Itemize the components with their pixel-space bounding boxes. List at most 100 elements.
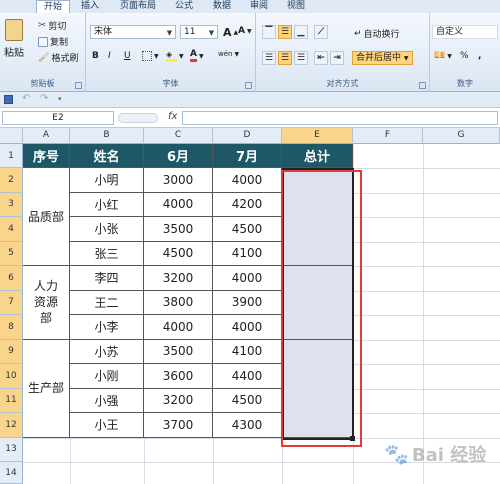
june-cell[interactable]: 3200 [144, 266, 213, 291]
number-format-combo[interactable]: 自定义 [432, 25, 498, 39]
row-header-4[interactable]: 4 [0, 217, 23, 242]
june-cell[interactable]: 3500 [144, 339, 213, 364]
name-cell[interactable]: 小张 [70, 217, 144, 242]
name-cell[interactable]: 小强 [70, 388, 144, 413]
name-cell[interactable]: 小王 [70, 413, 144, 438]
row-header-11[interactable]: 11 [0, 388, 23, 413]
column-header-e[interactable]: E [282, 128, 353, 144]
tab-data[interactable]: 数据 [206, 0, 238, 13]
row-header-8[interactable]: 8 [0, 315, 23, 340]
name-cell[interactable]: 王二 [70, 290, 144, 315]
july-cell[interactable]: 4000 [213, 168, 282, 193]
table-header-cell[interactable]: 总计 [282, 144, 353, 168]
tab-page-layout[interactable]: 页面布局 [114, 0, 162, 13]
june-cell[interactable]: 3500 [144, 217, 213, 242]
column-header-d[interactable]: D [213, 128, 282, 144]
tab-home[interactable]: 开始 [36, 0, 70, 13]
formula-input[interactable] [182, 111, 498, 125]
june-cell[interactable]: 4500 [144, 241, 213, 266]
grow-font-button[interactable]: A ▲ [223, 26, 238, 39]
name-cell[interactable]: 张三 [70, 241, 144, 266]
merge-center-button[interactable]: 合并后居中 ▼ [352, 51, 413, 65]
redo-icon[interactable]: ↷ [40, 93, 48, 104]
row-header-1[interactable]: 1 [0, 144, 23, 168]
column-header-f[interactable]: F [353, 128, 423, 144]
row-header-5[interactable]: 5 [0, 241, 23, 266]
customize-qat-icon[interactable]: ▾ [58, 95, 62, 103]
department-cell[interactable]: 生产部 [23, 339, 70, 438]
name-cell[interactable]: 小明 [70, 168, 144, 193]
phonetic-button[interactable]: wén ▼ [218, 50, 239, 58]
name-cell[interactable]: 李四 [70, 266, 144, 291]
table-header-cell[interactable]: 姓名 [70, 144, 144, 168]
align-bottom-icon[interactable]: ▁ [294, 25, 308, 39]
name-cell[interactable]: 小刚 [70, 364, 144, 389]
column-header-c[interactable]: C [144, 128, 213, 144]
format-painter-button[interactable]: 🖌 格式刷 [38, 51, 78, 65]
select-all-corner[interactable] [0, 128, 23, 144]
june-cell[interactable]: 4000 [144, 315, 213, 340]
total-cell[interactable] [282, 339, 353, 438]
june-cell[interactable]: 3200 [144, 388, 213, 413]
july-cell[interactable]: 4500 [213, 217, 282, 242]
row-header-12[interactable]: 12 [0, 413, 23, 438]
row-header-13[interactable]: 13 [0, 437, 23, 462]
name-cell[interactable]: 小苏 [70, 339, 144, 364]
july-cell[interactable]: 4000 [213, 315, 282, 340]
italic-button[interactable]: I [108, 51, 111, 61]
font-name-combo[interactable]: 宋体 ▼ [90, 25, 176, 39]
column-header-g[interactable]: G [423, 128, 500, 144]
table-header-cell[interactable]: 序号 [23, 144, 70, 168]
save-icon[interactable] [4, 95, 13, 104]
july-cell[interactable]: 4000 [213, 266, 282, 291]
alignment-launcher-icon[interactable] [419, 82, 426, 89]
row-header-2[interactable]: 2 [0, 168, 23, 193]
row-header-3[interactable]: 3 [0, 192, 23, 217]
department-cell[interactable]: 品质部 [23, 168, 70, 266]
percent-button[interactable]: % [460, 51, 469, 61]
align-center-icon[interactable]: ☰ [278, 51, 292, 65]
july-cell[interactable]: 4500 [213, 388, 282, 413]
table-header-cell[interactable]: 7月 [213, 144, 282, 168]
tab-insert[interactable]: 插入 [74, 0, 106, 13]
borders-button[interactable]: ▼ [142, 51, 159, 61]
underline-button[interactable]: U [124, 51, 131, 61]
increase-indent-icon[interactable]: ⇥ [330, 51, 344, 65]
name-cell[interactable]: 小李 [70, 315, 144, 340]
department-cell[interactable]: 人力资源部 [23, 266, 70, 340]
june-cell[interactable]: 3600 [144, 364, 213, 389]
july-cell[interactable]: 4200 [213, 192, 282, 217]
orientation-icon[interactable]: ⟋ [314, 25, 328, 39]
row-header-6[interactable]: 6 [0, 266, 23, 291]
shrink-font-button[interactable]: A ▼ [238, 26, 252, 36]
tab-view[interactable]: 视图 [280, 0, 312, 13]
bold-button[interactable]: B [92, 51, 99, 61]
fx-icon[interactable]: fx [168, 111, 177, 122]
font-launcher-icon[interactable] [245, 82, 252, 89]
align-left-icon[interactable]: ☰ [262, 51, 276, 65]
paste-button[interactable]: 粘贴 [4, 19, 24, 59]
column-header-b[interactable]: B [70, 128, 144, 144]
align-right-icon[interactable]: ☰ [294, 51, 308, 65]
office-button[interactable] [2, 0, 12, 13]
align-top-icon[interactable]: ▔ [262, 25, 276, 39]
column-header-a[interactable]: A [23, 128, 70, 144]
comma-button[interactable]: , [478, 51, 481, 61]
fill-color-button[interactable]: ◈ ▼ [166, 51, 184, 62]
july-cell[interactable]: 4100 [213, 241, 282, 266]
tab-review[interactable]: 审阅 [244, 0, 274, 13]
june-cell[interactable]: 3800 [144, 290, 213, 315]
clipboard-launcher-icon[interactable] [75, 82, 82, 89]
total-cell[interactable] [282, 168, 353, 266]
font-color-button[interactable]: A ▼ [190, 50, 204, 62]
decrease-indent-icon[interactable]: ⇤ [314, 51, 328, 65]
row-header-7[interactable]: 7 [0, 290, 23, 315]
name-box-dropdown-icon[interactable] [118, 113, 158, 123]
align-middle-icon[interactable]: ☰ [278, 25, 292, 39]
table-header-cell[interactable]: 6月 [144, 144, 213, 168]
accounting-button[interactable]: 💴 ▼ [434, 51, 452, 61]
july-cell[interactable]: 4400 [213, 364, 282, 389]
row-header-14[interactable]: 14 [0, 462, 23, 484]
font-size-combo[interactable]: 11 ▼ [180, 25, 218, 39]
copy-button[interactable]: 复制 [38, 35, 68, 48]
